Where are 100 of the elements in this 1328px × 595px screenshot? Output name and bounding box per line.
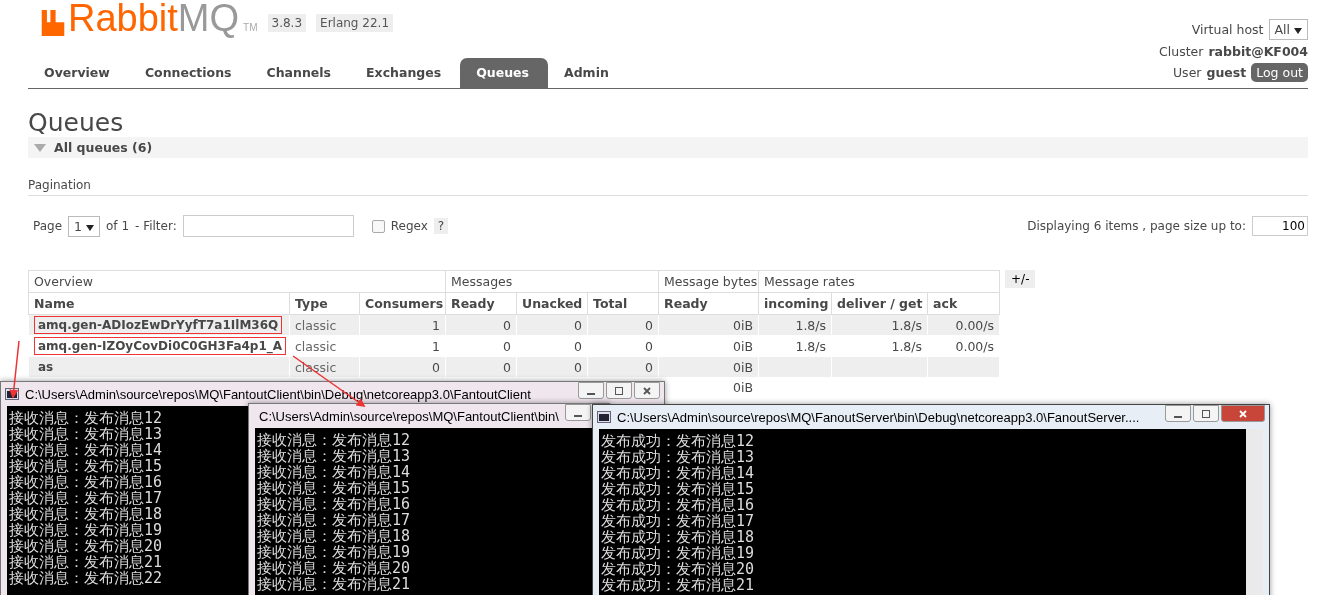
table-cell: 1.8/s [795, 338, 827, 354]
table-cell: 1.8/s [891, 338, 923, 354]
minimize-icon [587, 392, 595, 395]
console-line: 发布成功：发布消息19 [601, 545, 755, 561]
table-cell: 1.8/s [795, 317, 827, 333]
console-line: 接收消息：发布消息20 [257, 560, 411, 576]
table-cell: 0iB [733, 317, 754, 333]
column-header[interactable]: Total [587, 292, 659, 315]
close-icon [642, 385, 652, 396]
user-name: guest [1206, 65, 1247, 80]
table-cell: 0.00/s [955, 317, 995, 333]
console-line: 接收消息：发布消息13 [257, 448, 411, 464]
rabbitmq-logo: RabbitMQ TM [40, 0, 258, 48]
column-group-header: Overview [28, 270, 446, 293]
page-label: Page [33, 219, 63, 233]
column-header[interactable]: Ready [445, 292, 517, 315]
maximize-button[interactable] [606, 382, 632, 399]
table-cell: 1.8/s [891, 317, 923, 333]
table-cell: 0 [645, 317, 654, 333]
table-cell: 0iB [733, 338, 754, 354]
console-line: 发布成功：发布消息12 [601, 433, 755, 449]
console-line: 发布成功：发布消息14 [601, 465, 755, 481]
nav-tab[interactable]: Channels [250, 58, 351, 88]
table-cell: 0 [574, 359, 582, 375]
nav-tab[interactable]: Overview [28, 58, 129, 88]
console-line: 接收消息：发布消息21 [9, 554, 163, 570]
console-line: 接收消息：发布消息13 [9, 426, 163, 442]
minimize-button[interactable] [1165, 405, 1191, 422]
table-cell: 0 [503, 359, 511, 375]
maximize-button[interactable] [1193, 405, 1219, 422]
table-cell: 0 [574, 338, 582, 354]
queue-name-link[interactable]: as [34, 358, 58, 376]
column-header[interactable]: Ready [658, 292, 759, 315]
column-header[interactable]: ack [927, 292, 1000, 315]
page-count: of 1 [106, 219, 129, 233]
cluster-name: rabbit@KF004 [1208, 44, 1308, 59]
page-select[interactable]: 1 [68, 215, 100, 237]
minimize-icon [573, 414, 582, 417]
logout-button[interactable]: Log out [1251, 63, 1308, 82]
minimize-button[interactable] [564, 404, 591, 421]
console-icon [597, 411, 611, 423]
section-header[interactable]: All queues (6) [28, 137, 1308, 158]
console-line: 接收消息：发布消息17 [257, 512, 411, 528]
column-header[interactable]: Consumers [359, 292, 446, 315]
window-title: C:\Users\Admin\source\repos\MQ\FantoutClient\bin\ [259, 408, 559, 424]
regex-label: Regex [390, 219, 428, 233]
console-line: 发布成功：发布消息17 [601, 513, 755, 529]
scrollbar[interactable] [1246, 429, 1263, 595]
column-header[interactable]: deliver / get [831, 292, 928, 315]
table-cell: 0 [645, 338, 654, 354]
column-group-header: Message rates [758, 270, 1000, 293]
column-toggle-button[interactable]: +/- [1005, 270, 1036, 288]
version-label: 3.8.3 [267, 14, 307, 32]
minimize-button[interactable] [578, 382, 604, 399]
table-cell: 0 [503, 338, 511, 354]
queue-name-link[interactable]: amq.gen-ADIozEwDrYyfT7a1IlM36Q [34, 316, 283, 334]
console-line: 接收消息：发布消息19 [9, 522, 163, 538]
console-line: 接收消息：发布消息15 [257, 480, 411, 496]
column-header[interactable]: incoming [758, 292, 832, 315]
console-line: 发布成功：发布消息16 [601, 497, 755, 513]
close-button[interactable] [634, 382, 660, 399]
nav-tab[interactable]: Admin [548, 58, 628, 88]
table-cell: 1 [432, 338, 440, 354]
nav-tab[interactable]: Queues [460, 58, 548, 88]
page-title: Queues [28, 109, 125, 137]
console-line: 接收消息：发布消息17 [9, 490, 163, 506]
table-cell: classic [295, 317, 337, 333]
console-icon [5, 388, 19, 400]
column-header[interactable]: Unacked [516, 292, 588, 315]
nav-tab[interactable]: Exchanges [350, 58, 461, 88]
page-size-field[interactable]: 100 [1252, 216, 1308, 236]
console-line: 接收消息：发布消息14 [9, 442, 163, 458]
table-cell: 1 [432, 317, 440, 333]
console-line: 接收消息：发布消息12 [257, 432, 411, 448]
nav-tab[interactable]: Connections [128, 58, 251, 88]
queue-name-link[interactable]: amq.gen-IZOyCovDi0C0GH3Fa4p1_A [34, 337, 287, 355]
arrow-annotation [9, 340, 20, 399]
virtual-host-select[interactable]: All [1268, 19, 1308, 40]
user-label: User [1172, 65, 1202, 80]
regex-checkbox[interactable] [371, 219, 385, 233]
console-line: 发布成功：发布消息21 [601, 577, 755, 593]
displaying-text: Displaying 6 items , page size up to: [1027, 219, 1246, 233]
filter-field[interactable] [182, 215, 354, 237]
console-line: 发布成功：发布消息20 [601, 561, 755, 577]
console-line: 接收消息：发布消息16 [9, 474, 163, 490]
help-button[interactable]: ? [433, 218, 449, 234]
table-cell: 0 [503, 317, 511, 333]
table-cell: 0 [574, 317, 582, 333]
column-header[interactable]: Name [28, 292, 290, 315]
console-line: 接收消息：发布消息14 [257, 464, 411, 480]
console-line: 接收消息：发布消息21 [257, 576, 411, 592]
console-line: 接收消息：发布消息20 [9, 538, 163, 554]
maximize-icon [614, 385, 624, 396]
console-line: 接收消息：发布消息22 [9, 570, 163, 586]
column-header[interactable]: Type [289, 292, 360, 315]
table-cell: 0iB [733, 380, 754, 395]
close-icon [1238, 408, 1248, 419]
console-line: 发布成功：发布消息15 [601, 481, 755, 497]
dropdown-caret-icon [86, 224, 94, 231]
close-button[interactable] [1221, 405, 1265, 422]
